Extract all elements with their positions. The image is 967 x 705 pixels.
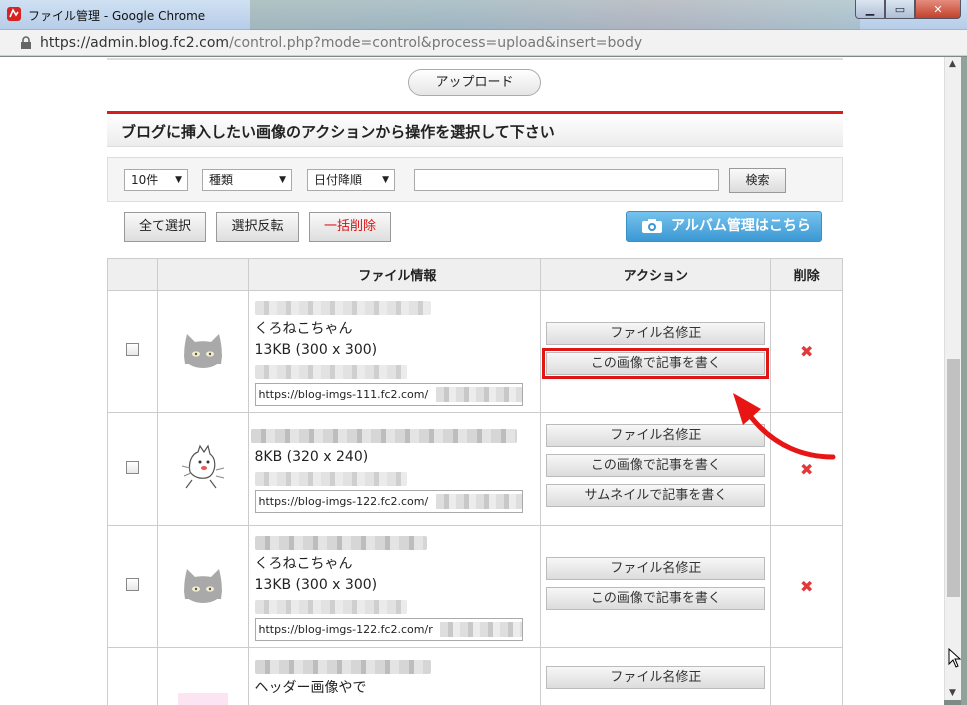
album-manage-button[interactable]: アルバム管理はこちら xyxy=(626,211,822,242)
row-checkbox[interactable] xyxy=(125,578,139,591)
top-divider xyxy=(107,58,843,60)
file-table: ファイル情報 アクション 削除 くろねこちゃん 13KB (300 x 300)… xyxy=(107,258,843,705)
table-row: ヘッダー画像やで ファイル名修正 xyxy=(107,647,843,705)
cat-gray-icon xyxy=(183,568,222,603)
redacted-date xyxy=(254,365,407,379)
maximize-button[interactable]: ▭ xyxy=(885,0,915,19)
section-title: ブログに挿入したい画像のアクションから操作を選択して下さい xyxy=(121,123,555,141)
address-bar[interactable]: https://admin.blog.fc2.com/control.php?m… xyxy=(0,30,967,56)
url-path: /control.php?mode=control&process=upload… xyxy=(229,35,643,51)
titlebar-background-strip xyxy=(250,0,860,30)
search-button[interactable]: 検索 xyxy=(729,168,786,193)
image-url-text: https://blog-imgs-122.fc2.com/ xyxy=(258,495,429,508)
col-header-thumb xyxy=(156,258,249,291)
write-article-with-image-button[interactable]: この画像で記事を書く xyxy=(542,347,770,379)
delete-icon[interactable]: ✖ xyxy=(800,342,813,361)
window-titlebar: ファイル管理 - Google Chrome ▁ ▭ ✕ xyxy=(0,0,967,30)
count-select-value: 10件 xyxy=(131,173,159,187)
row-checkbox[interactable] xyxy=(125,460,139,474)
file-name: くろねこちゃん xyxy=(254,556,353,572)
select-all-button[interactable]: 全て選択 xyxy=(124,212,206,242)
search-input[interactable] xyxy=(414,169,719,191)
image-url-field[interactable]: https://blog-imgs-111.fc2.com/ xyxy=(254,383,523,406)
scroll-up-icon[interactable]: ▲ xyxy=(949,59,956,69)
annotation-arrow xyxy=(733,393,836,460)
col-header-action: アクション xyxy=(540,258,772,291)
chevron-down-icon: ▼ xyxy=(279,175,286,185)
redacted-filename xyxy=(254,301,431,315)
chevron-down-icon: ▼ xyxy=(175,175,182,185)
pink-thumb xyxy=(177,692,228,705)
type-select[interactable]: 種類 ▼ xyxy=(202,169,292,191)
image-url-field[interactable]: https://blog-imgs-122.fc2.com/ xyxy=(254,490,523,513)
cat-gray-icon xyxy=(183,333,222,368)
vertical-scrollbar[interactable]: ▲ ▼ xyxy=(944,57,961,700)
sort-select-value: 日付降順 xyxy=(314,173,363,187)
rename-button[interactable]: ファイル名修正 xyxy=(546,321,766,345)
cat-drawing-icon xyxy=(177,442,228,492)
redacted-url-tail xyxy=(435,387,522,402)
rename-button[interactable]: ファイル名修正 xyxy=(546,556,766,580)
minimize-button[interactable]: ▁ xyxy=(855,0,885,19)
filter-bar: 10件 ▼ 種類 ▼ 日付降順 ▼ 検索 xyxy=(107,157,843,202)
file-name: ヘッダー画像やで xyxy=(254,680,367,696)
redacted-filename xyxy=(254,536,427,550)
scrollbar-thumb[interactable] xyxy=(947,359,960,597)
invert-selection-button[interactable]: 選択反転 xyxy=(216,212,299,242)
image-url-field[interactable]: https://blog-imgs-122.fc2.com/r xyxy=(254,618,523,641)
rename-button[interactable]: ファイル名修正 xyxy=(546,666,766,689)
write-article-with-image-button[interactable]: この画像で記事を書く xyxy=(546,586,766,610)
section-header: ブログに挿入したい画像のアクションから操作を選択して下さい xyxy=(107,111,843,147)
count-select[interactable]: 10件 ▼ xyxy=(124,169,188,191)
table-row: くろねこちゃん 13KB (300 x 300) https://blog-im… xyxy=(107,525,843,648)
camera-icon xyxy=(642,219,662,233)
address-url[interactable]: https://admin.blog.fc2.com/control.php?m… xyxy=(40,35,642,51)
sort-select[interactable]: 日付降順 ▼ xyxy=(307,169,395,191)
col-header-file-info: ファイル情報 xyxy=(247,258,542,291)
row-checkbox[interactable] xyxy=(125,343,139,356)
redacted-url-tail xyxy=(435,494,522,509)
redacted-filename xyxy=(250,429,517,443)
table-header-row: ファイル情報 アクション 削除 xyxy=(107,258,843,291)
scroll-down-icon[interactable]: ▼ xyxy=(949,688,956,698)
write-article-with-thumbnail-button[interactable]: サムネイルで記事を書く xyxy=(546,484,766,507)
window-title: ファイル管理 - Google Chrome xyxy=(28,9,206,23)
album-manage-label: アルバム管理はこちら xyxy=(671,218,811,234)
delete-icon[interactable]: ✖ xyxy=(800,577,813,596)
window-frame-edge xyxy=(961,57,967,705)
upload-button[interactable]: アップロード xyxy=(408,69,541,96)
bulk-delete-button[interactable]: 一括削除 xyxy=(309,212,391,242)
redacted-date xyxy=(254,472,407,486)
chevron-down-icon: ▼ xyxy=(382,175,389,185)
fc2-app-icon xyxy=(7,7,21,21)
redacted-filename xyxy=(254,660,431,674)
window-controls: ▁ ▭ ✕ xyxy=(855,0,961,20)
col-header-delete: 削除 xyxy=(770,258,843,291)
close-button[interactable]: ✕ xyxy=(915,0,961,19)
col-header-check xyxy=(107,258,158,291)
redacted-date xyxy=(254,600,407,614)
image-url-text: https://blog-imgs-122.fc2.com/r xyxy=(258,623,433,636)
page-viewport: アップロード ブログに挿入したい画像のアクションから操作を選択して下さい 10件… xyxy=(0,57,944,705)
url-host: https://admin.blog.fc2.com xyxy=(40,35,230,51)
file-size: 8KB (320 x 240) xyxy=(254,449,369,465)
mouse-cursor-icon xyxy=(948,648,962,668)
type-select-value: 種類 xyxy=(209,173,234,187)
image-url-text: https://blog-imgs-111.fc2.com/ xyxy=(258,388,429,401)
file-size: 13KB (300 x 300) xyxy=(254,342,378,358)
lock-icon xyxy=(21,36,31,49)
redacted-url-tail xyxy=(439,622,522,637)
file-size: 13KB (300 x 300) xyxy=(254,577,378,593)
file-name: くろねこちゃん xyxy=(254,321,353,337)
